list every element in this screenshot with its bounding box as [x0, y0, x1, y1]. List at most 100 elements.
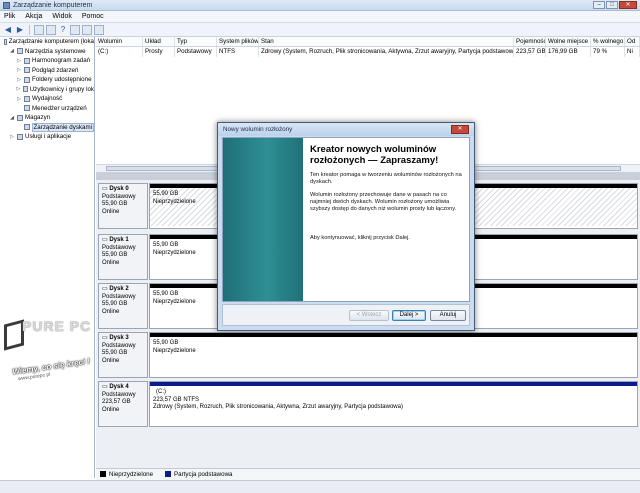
arrow-left-icon[interactable]: ◀: [3, 25, 13, 35]
volume-info: 55,90 GB Nieprzydzielone: [150, 337, 637, 358]
tree-node-icon: [24, 105, 30, 112]
menu-file[interactable]: Plik: [4, 13, 15, 20]
column-header[interactable]: Stan: [259, 37, 514, 46]
tree-node-icon: [24, 95, 30, 102]
computer-management-icon: [3, 1, 10, 9]
status-bar: [0, 480, 640, 493]
volume-size: 223,57 GB NTFS: [153, 396, 200, 403]
table-row[interactable]: (C:) Prosty Podstawowy NTFS Zdrowy (System, …: [96, 47, 640, 57]
table-cell: Podstawowy: [175, 47, 217, 57]
dialog-close-button[interactable]: ✕: [451, 125, 469, 134]
tree-item[interactable]: Zarządzanie dyskami: [0, 122, 94, 133]
tree-item-label: Magazyn: [25, 114, 51, 122]
volume-state: Zdrowy (System, Rozruch, Plik stronicowa…: [153, 404, 403, 410]
table-cell: NTFS: [217, 47, 259, 57]
legend-swatch: [165, 471, 172, 478]
toolbar: ◀ ▶ ?: [0, 23, 640, 37]
menu-action[interactable]: Akcja: [25, 13, 42, 20]
tree-item[interactable]: ◢ Magazyn: [0, 113, 94, 123]
disk-label[interactable]: ▭ Dysk 4 Podstawowy 223,57 GB Online: [98, 381, 148, 427]
volume-block[interactable]: 55,90 GB Nieprzydzielone: [149, 332, 638, 378]
menu-view[interactable]: Widok: [52, 13, 71, 20]
refresh-icon[interactable]: [70, 24, 80, 35]
close-button[interactable]: ✕: [619, 1, 637, 9]
tree-item[interactable]: Zarządzanie komputerem (loka: [0, 37, 94, 47]
tree-item[interactable]: ◢ Narzędzia systemowe: [0, 47, 94, 57]
table-cell: 79 %: [591, 47, 625, 57]
maximize-button[interactable]: □: [606, 1, 618, 9]
export-icon[interactable]: [94, 24, 104, 35]
disk-label[interactable]: ▭ Dysk 1 Podstawowy 55,90 GB Online: [98, 234, 148, 280]
minimize-button[interactable]: –: [593, 1, 605, 9]
dialog-title: Nowy wolumin rozłożony: [218, 123, 474, 136]
window-title: Zarządzanie komputerem: [13, 1, 93, 9]
tree-expander-icon[interactable]: ▷: [16, 96, 22, 102]
tree-expander-icon[interactable]: ▷: [16, 67, 22, 73]
menu-bar: Plik Akcja Widok Pomoc: [0, 11, 640, 23]
folder-up-icon[interactable]: [34, 24, 44, 35]
tree-expander-icon[interactable]: ◢: [9, 115, 15, 121]
disk-row: ▭ Dysk 4 Podstawowy 223,57 GB Online (C:) 223…: [98, 381, 638, 427]
tree-item-label: Użytkownicy i grupy lok: [29, 85, 94, 93]
next-button[interactable]: Dalej >: [392, 310, 426, 321]
disk-name: Dysk 0: [109, 186, 129, 192]
tree-expander-icon[interactable]: ◢: [9, 48, 15, 54]
tree-item-label: Zarządzanie komputerem (loka: [8, 38, 94, 46]
column-header[interactable]: Wolumin: [96, 37, 143, 46]
disk-type: Podstawowy: [102, 293, 136, 300]
volume-info: (C:) 223,57 GB NTFS Zdrowy (System, Rozruc…: [150, 386, 637, 415]
tree-item[interactable]: ▷ Usługi i aplikacje: [0, 132, 94, 142]
tree-expander-icon[interactable]: ▷: [16, 77, 22, 83]
tree-item[interactable]: ▷ Użytkownicy i grupy lok: [0, 85, 94, 95]
back-button[interactable]: < Wstecz: [349, 310, 389, 321]
disk-type: Podstawowy: [102, 342, 136, 349]
tree-item[interactable]: ▷ Podgląd zdarzeń: [0, 66, 94, 76]
legend-label: Nieprzydzielone: [109, 471, 154, 478]
volume-state: Nieprzydzielone: [153, 347, 196, 354]
tree-expander-icon[interactable]: ▷: [9, 134, 15, 140]
wizard-intro-text: Ten kreator pomaga w tworzeniu woluminów…: [310, 172, 462, 185]
cancel-button[interactable]: Anuluj: [430, 310, 466, 321]
legend-item: Partycja podstawowa: [165, 471, 233, 478]
column-header[interactable]: Pojemność: [514, 37, 546, 46]
tree-item[interactable]: ▷ Foldery udostępnione: [0, 75, 94, 85]
help-icon[interactable]: ?: [58, 25, 68, 35]
tree-item[interactable]: ▷ Wydajność: [0, 94, 94, 104]
disk-label[interactable]: ▭ Dysk 0 Podstawowy 55,90 GB Online: [98, 183, 148, 229]
column-header[interactable]: Od: [625, 37, 640, 46]
disk-status: Online: [102, 357, 120, 364]
tree-expander-icon[interactable]: ▷: [16, 86, 21, 92]
column-header[interactable]: Wolne miejsce: [546, 37, 591, 46]
tree-item[interactable]: ▷ Harmonogram zadań: [0, 56, 94, 66]
tree-item-label: Zarządzanie dyskami: [31, 122, 94, 132]
wizard-content: Kreator nowych woluminów rozłożonych — Z…: [310, 144, 465, 248]
tree-expander-icon[interactable]: ▷: [16, 58, 22, 64]
disk-label[interactable]: ▭ Dysk 2 Podstawowy 55,90 GB Online: [98, 283, 148, 329]
tree-node-icon: [17, 133, 23, 140]
tree-node-icon: [24, 76, 30, 83]
disk-name: Dysk 1: [109, 237, 129, 243]
disk-type: Podstawowy: [102, 244, 136, 251]
column-header[interactable]: Układ: [143, 37, 175, 46]
volume-block[interactable]: (C:) 223,57 GB NTFS Zdrowy (System, Rozruc…: [149, 381, 638, 427]
properties-icon[interactable]: [46, 24, 56, 35]
options-icon[interactable]: [82, 24, 92, 35]
disk-type: Podstawowy: [102, 391, 136, 398]
menu-help[interactable]: Pomoc: [82, 13, 104, 20]
column-header[interactable]: System plików: [217, 37, 259, 46]
tree-node-icon: [24, 57, 30, 64]
table-cell: Prosty: [143, 47, 175, 57]
tree-item[interactable]: Menedżer urządzeń: [0, 104, 94, 114]
arrow-right-icon[interactable]: ▶: [15, 25, 25, 35]
disk-name: Dysk 4: [109, 384, 129, 390]
column-header[interactable]: % wolnego: [591, 37, 625, 46]
column-header[interactable]: Typ: [175, 37, 217, 46]
tree-node-icon: [17, 48, 23, 55]
legend-item: Nieprzydzielone: [100, 471, 153, 478]
volume-list-header: Wolumin Układ Typ System plików Stan Pojemnoś…: [96, 37, 640, 47]
volume-size: 55,90 GB: [153, 340, 179, 346]
disk-label[interactable]: ▭ Dysk 3 Podstawowy 55,90 GB Online: [98, 332, 148, 378]
tree-node-icon: [24, 67, 30, 74]
tree-item-label: Foldery udostępnione: [32, 76, 92, 84]
wizard-side-banner: [223, 138, 303, 301]
